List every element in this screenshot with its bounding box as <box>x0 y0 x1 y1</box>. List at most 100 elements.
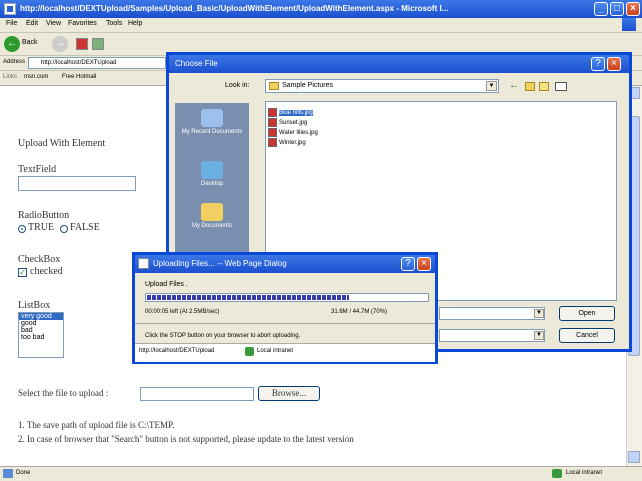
checkbox-label: CheckBox <box>18 254 61 265</box>
textfield-input[interactable] <box>18 176 136 191</box>
window-title: http://localhost/DEXTUpload/Samples/Uplo… <box>20 4 449 13</box>
intranet-icon <box>552 469 562 478</box>
listbox-label: ListBox <box>18 300 51 311</box>
checkbox[interactable]: ✓ <box>18 268 27 277</box>
window-titlebar[interactable]: http://localhost/DEXTUpload/Samples/Uplo… <box>0 0 642 18</box>
image-file-icon <box>268 108 277 117</box>
menu-tools[interactable]: Tools <box>106 20 122 27</box>
file-item[interactable]: Blue hills.jpg <box>268 108 313 117</box>
windows-flag-icon <box>622 18 636 31</box>
menu-help[interactable]: Help <box>128 20 142 27</box>
chevron-down-icon[interactable]: ▼ <box>534 309 544 318</box>
image-file-icon <box>268 138 277 147</box>
link-msn[interactable]: msn.com <box>24 74 48 80</box>
place-my-documents[interactable]: My Documents <box>175 203 249 229</box>
image-file-icon <box>268 118 277 127</box>
forward-icon[interactable]: → <box>52 36 68 52</box>
cancel-button[interactable]: Cancel <box>559 328 615 343</box>
recent-documents-icon <box>201 109 223 127</box>
my-documents-icon <box>201 203 223 221</box>
place-desktop[interactable]: Desktop <box>175 161 249 187</box>
radio-label: RadioButton <box>18 210 70 221</box>
dialog-zone: Local intranet <box>257 348 294 354</box>
menu-file[interactable]: File <box>6 20 17 27</box>
back-folder-icon[interactable]: ← <box>509 80 519 91</box>
folder-icon <box>269 82 279 90</box>
note-browser: 2. In case of browser that "Search" butt… <box>18 434 354 444</box>
look-in-value: Sample Pictures <box>282 82 333 89</box>
listbox-item[interactable]: good <box>19 320 63 327</box>
note-save-path: 1. The save path of upload file is C:\TE… <box>18 420 175 430</box>
upload-progress-bar <box>145 293 429 302</box>
scroll-down-icon[interactable] <box>628 451 640 463</box>
dialog-close-icon[interactable]: × <box>607 57 621 71</box>
address-input[interactable]: http://localhost/DEXTUpload <box>28 57 166 69</box>
up-folder-icon[interactable] <box>525 82 535 91</box>
upload-progress-fill <box>147 295 349 300</box>
chevron-down-icon[interactable]: ▼ <box>534 331 544 340</box>
ie-app-icon <box>4 3 16 15</box>
close-icon[interactable]: × <box>626 2 640 16</box>
radio-false[interactable] <box>60 225 68 233</box>
file-item[interactable]: Water lilies.jpg <box>268 128 318 137</box>
listbox[interactable]: very good good bad too bad <box>18 312 64 358</box>
look-in-label: Look in: <box>225 82 250 89</box>
dialog-app-icon <box>138 258 149 269</box>
listbox-item[interactable]: bad <box>19 327 63 334</box>
menu-edit[interactable]: Edit <box>26 20 38 27</box>
menu-bar: File Edit View Favorites Tools Help <box>0 18 642 33</box>
back-label[interactable]: Back <box>22 39 38 46</box>
choose-file-title: Choose File <box>175 59 218 68</box>
uploading-titlebar[interactable]: Uploading Files... -- Web Page Dialog ? … <box>135 255 435 273</box>
views-icon[interactable] <box>555 82 567 91</box>
listbox-item[interactable]: very good <box>19 313 63 320</box>
help-icon[interactable]: ? <box>591 57 605 71</box>
upload-size: 31.6M / 44.7M (70%) <box>331 309 388 315</box>
stop-icon[interactable] <box>76 38 88 50</box>
desktop-icon <box>201 161 223 179</box>
image-file-icon <box>268 128 277 137</box>
help-icon[interactable]: ? <box>401 257 415 271</box>
link-hotmail[interactable]: Free Hotmail <box>62 74 96 80</box>
dialog-status-bar: http://localhost/DEXTUpload Local intran… <box>135 343 435 362</box>
refresh-icon[interactable] <box>92 38 104 50</box>
uploading-title: Uploading Files... -- Web Page Dialog <box>153 259 287 268</box>
chevron-down-icon[interactable]: ▼ <box>486 81 497 91</box>
radio-true-label: TRUE <box>28 222 55 233</box>
dialog-url: http://localhost/DEXTUpload <box>139 348 215 354</box>
choose-file-titlebar[interactable]: Choose File ? × <box>169 55 629 73</box>
address-label: Address <box>3 59 26 65</box>
form-heading: Upload With Element <box>18 138 106 149</box>
file-item[interactable]: Sunset.jpg <box>268 118 307 127</box>
page-icon <box>3 469 13 478</box>
file-item[interactable]: Winter.jpg <box>268 138 306 147</box>
open-button[interactable]: Open <box>559 306 615 321</box>
file-path-input[interactable] <box>140 387 254 401</box>
divider <box>135 323 435 324</box>
place-recent[interactable]: My Recent Documents <box>175 109 249 135</box>
new-folder-icon[interactable] <box>539 82 549 91</box>
maximize-icon[interactable]: □ <box>610 2 624 16</box>
menu-favorites[interactable]: Favorites <box>68 20 97 27</box>
file-name-input[interactable]: ▼ <box>439 307 545 320</box>
upload-label: Upload Files . <box>145 281 188 288</box>
look-in-select[interactable]: Sample Pictures ▼ <box>265 79 499 93</box>
menu-view[interactable]: View <box>46 20 61 27</box>
radio-false-label: FALSE <box>70 222 100 233</box>
status-bar: Done Local intranet <box>0 466 642 481</box>
back-icon[interactable]: ← <box>4 36 20 52</box>
dialog-close-icon[interactable]: × <box>417 257 431 271</box>
checkbox-text: checked <box>30 266 63 277</box>
minimize-icon[interactable]: _ <box>594 2 608 16</box>
upload-hint: Click the STOP button on your browser to… <box>145 333 301 339</box>
file-type-select[interactable]: ▼ <box>439 329 545 342</box>
upload-time: 00:00:05 left (At 2.5MB/sec) <box>145 309 220 315</box>
browse-button[interactable]: Browse... <box>258 386 320 401</box>
uploading-dialog: Uploading Files... -- Web Page Dialog ? … <box>132 252 438 364</box>
listbox-item[interactable]: too bad <box>19 334 63 341</box>
intranet-icon <box>245 347 254 356</box>
textfield-label: TextField <box>18 164 57 175</box>
file-label: Select the file to upload : <box>18 388 109 398</box>
radio-true[interactable] <box>18 225 26 233</box>
status-text: Done <box>16 470 31 476</box>
